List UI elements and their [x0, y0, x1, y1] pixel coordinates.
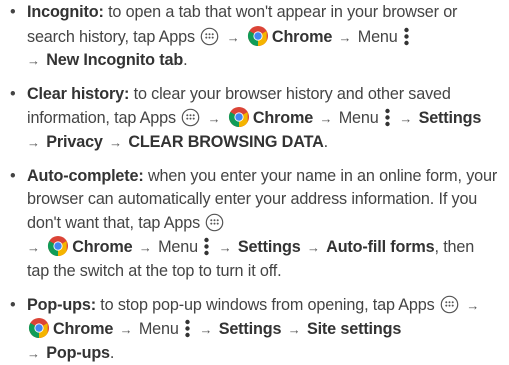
bullet: • — [10, 295, 16, 314]
arrow-icon: → — [226, 29, 240, 45]
arrow-icon: → — [27, 134, 40, 150]
menu-icon — [185, 319, 190, 338]
apps-icon — [181, 109, 200, 127]
arrow-icon: → — [207, 111, 221, 127]
chrome-label: Chrome — [271, 27, 333, 46]
arrow-icon: → — [27, 240, 40, 256]
menu-icon — [385, 109, 390, 127]
chrome-label: Chrome — [53, 320, 114, 339]
instructions-page: • Incognito: to open a tab that won't ap… — [0, 0, 509, 362]
step-label: Privacy — [46, 132, 103, 151]
apps-icon — [201, 27, 219, 45]
step-label: Settings — [218, 320, 282, 339]
arrow-icon: → — [287, 322, 301, 338]
step-label: New Incognito tab — [46, 51, 184, 70]
arrow-icon: → — [306, 240, 320, 256]
arrow-icon: → — [109, 134, 122, 150]
bullet: • — [10, 84, 16, 103]
arrow-icon: → — [399, 111, 413, 127]
arrow-icon: → — [27, 53, 40, 69]
chrome-icon — [29, 318, 49, 339]
step-label: CLEAR BROWSING DATA — [128, 132, 324, 151]
item-title: Pop-ups: — [27, 295, 96, 314]
arrow-icon: → — [338, 29, 352, 45]
list-item-incognito: • Incognito: to open a tab that won't ap… — [10, 1, 499, 73]
item-title: Clear history: — [27, 84, 130, 103]
bullet: • — [10, 166, 16, 185]
list-item-pop-ups: • Pop-ups: to stop pop-up windows from o… — [10, 294, 499, 365]
step-label: Auto-fill forms — [326, 238, 435, 257]
item-end: . — [109, 343, 115, 362]
step-label: Site settings — [306, 320, 402, 339]
apps-icon — [440, 295, 459, 313]
arrow-icon: → — [218, 240, 232, 256]
arrow-icon: → — [466, 297, 480, 313]
chrome-icon — [247, 25, 268, 46]
item-title: Auto-complete: — [27, 166, 144, 185]
step-label: Pop-ups — [46, 343, 110, 362]
menu-icon — [204, 238, 210, 256]
chrome-label: Chrome — [72, 238, 133, 257]
menu-icon — [404, 27, 409, 45]
bullet: • — [10, 3, 16, 21]
menu-label: Menu — [338, 109, 379, 128]
menu-label: Menu — [138, 320, 179, 339]
arrow-icon: → — [138, 240, 152, 256]
item-end: . — [323, 132, 329, 151]
arrow-icon: → — [319, 111, 333, 127]
arrow-icon: → — [199, 322, 213, 338]
item-text: to stop pop-up windows from opening, tap… — [95, 295, 435, 314]
list-item-auto-complete: • Auto-complete: when you enter your nam… — [10, 165, 499, 284]
menu-label: Menu — [357, 27, 398, 46]
chrome-icon — [228, 107, 249, 128]
menu-label: Menu — [158, 238, 198, 257]
item-end: . — [183, 51, 188, 70]
apps-icon — [206, 213, 224, 232]
step-label: Settings — [418, 109, 482, 128]
chrome-icon — [48, 236, 69, 257]
arrow-icon: → — [27, 345, 40, 361]
list-item-clear-history: • Clear history: to clear your browser h… — [10, 83, 499, 155]
chrome-label: Chrome — [252, 109, 314, 128]
arrow-icon: → — [119, 322, 133, 338]
item-title: Incognito: — [27, 3, 104, 21]
step-label: Settings — [237, 238, 301, 257]
